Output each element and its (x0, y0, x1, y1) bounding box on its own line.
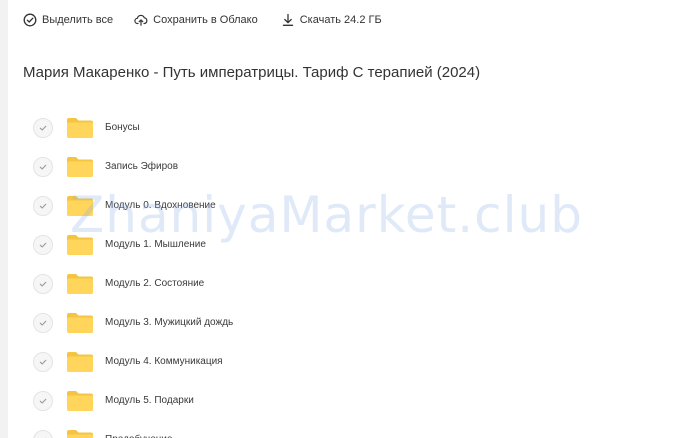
row-checkbox[interactable] (33, 234, 53, 255)
folder-icon (66, 351, 94, 373)
row-checkbox[interactable] (33, 273, 53, 294)
checkmark-icon (39, 242, 47, 248)
select-all-label: Выделить все (42, 14, 114, 26)
list-item-label: Модуль 2. Состояние (105, 278, 205, 289)
toolbar: Выделить все Сохранить в Облако Скачать … (23, 10, 382, 30)
folder-icon (66, 234, 94, 256)
folder-icon (66, 195, 94, 217)
cloud-upload-icon (134, 13, 148, 27)
check-circle-icon (23, 13, 37, 27)
folder-icon (66, 117, 94, 139)
checkmark-icon (39, 203, 47, 209)
folder-icon (66, 312, 94, 334)
list-item[interactable]: Модуль 0. Вдохновение (33, 186, 633, 225)
checkmark-icon (39, 398, 47, 404)
folder-icon (66, 156, 94, 178)
list-item[interactable]: Модуль 3. Мужицкий дождь (33, 303, 633, 342)
row-checkbox[interactable] (33, 429, 53, 438)
folder-icon (66, 273, 94, 295)
row-checkbox[interactable] (33, 312, 53, 333)
list-item[interactable]: Модуль 1. Мышление (33, 225, 633, 264)
page: Выделить все Сохранить в Облако Скачать … (0, 0, 700, 438)
folder-title: Мария Макаренко - Путь императрицы. Тари… (23, 64, 481, 81)
save-to-cloud-button[interactable]: Сохранить в Облако (134, 13, 258, 27)
list-item-label: Модуль 0. Вдохновение (105, 200, 216, 211)
row-checkbox[interactable] (33, 156, 53, 177)
download-label: Скачать 24.2 ГБ (299, 14, 382, 26)
row-checkbox[interactable] (33, 117, 53, 138)
checkmark-icon (39, 320, 47, 326)
list-item[interactable]: Запись Эфиров (33, 147, 633, 186)
list-item-label: Модуль 1. Мышление (105, 239, 206, 250)
list-item[interactable]: Предобучение (33, 420, 633, 438)
row-checkbox[interactable] (33, 351, 53, 372)
checkmark-icon (39, 281, 47, 287)
file-list: Бонусы Запись Эфиров Модуль 0. Вдохновен… (33, 108, 633, 438)
select-all-button[interactable]: Выделить все (23, 13, 113, 27)
list-item-label: Модуль 5. Подарки (105, 395, 194, 406)
save-to-cloud-label: Сохранить в Облако (153, 14, 258, 26)
list-item[interactable]: Модуль 5. Подарки (33, 381, 633, 420)
row-checkbox[interactable] (33, 195, 53, 216)
download-button[interactable]: Скачать 24.2 ГБ (281, 13, 382, 27)
list-item[interactable]: Модуль 4. Коммуникация (33, 342, 633, 381)
list-item-label: Модуль 3. Мужицкий дождь (105, 317, 234, 328)
list-item-label: Модуль 4. Коммуникация (105, 356, 223, 367)
download-icon (281, 13, 295, 27)
list-item[interactable]: Модуль 2. Состояние (33, 264, 633, 303)
checkmark-icon (39, 125, 47, 131)
row-checkbox[interactable] (33, 390, 53, 411)
list-item-label: Предобучение (105, 434, 172, 438)
checkmark-icon (44, 437, 47, 438)
folder-icon (66, 390, 94, 412)
checkmark-icon (39, 164, 47, 170)
folder-icon (66, 429, 94, 438)
list-item-label: Запись Эфиров (105, 161, 179, 172)
list-item[interactable]: Бонусы (33, 108, 633, 147)
checkmark-icon (39, 359, 47, 365)
list-item-label: Бонусы (105, 122, 140, 133)
